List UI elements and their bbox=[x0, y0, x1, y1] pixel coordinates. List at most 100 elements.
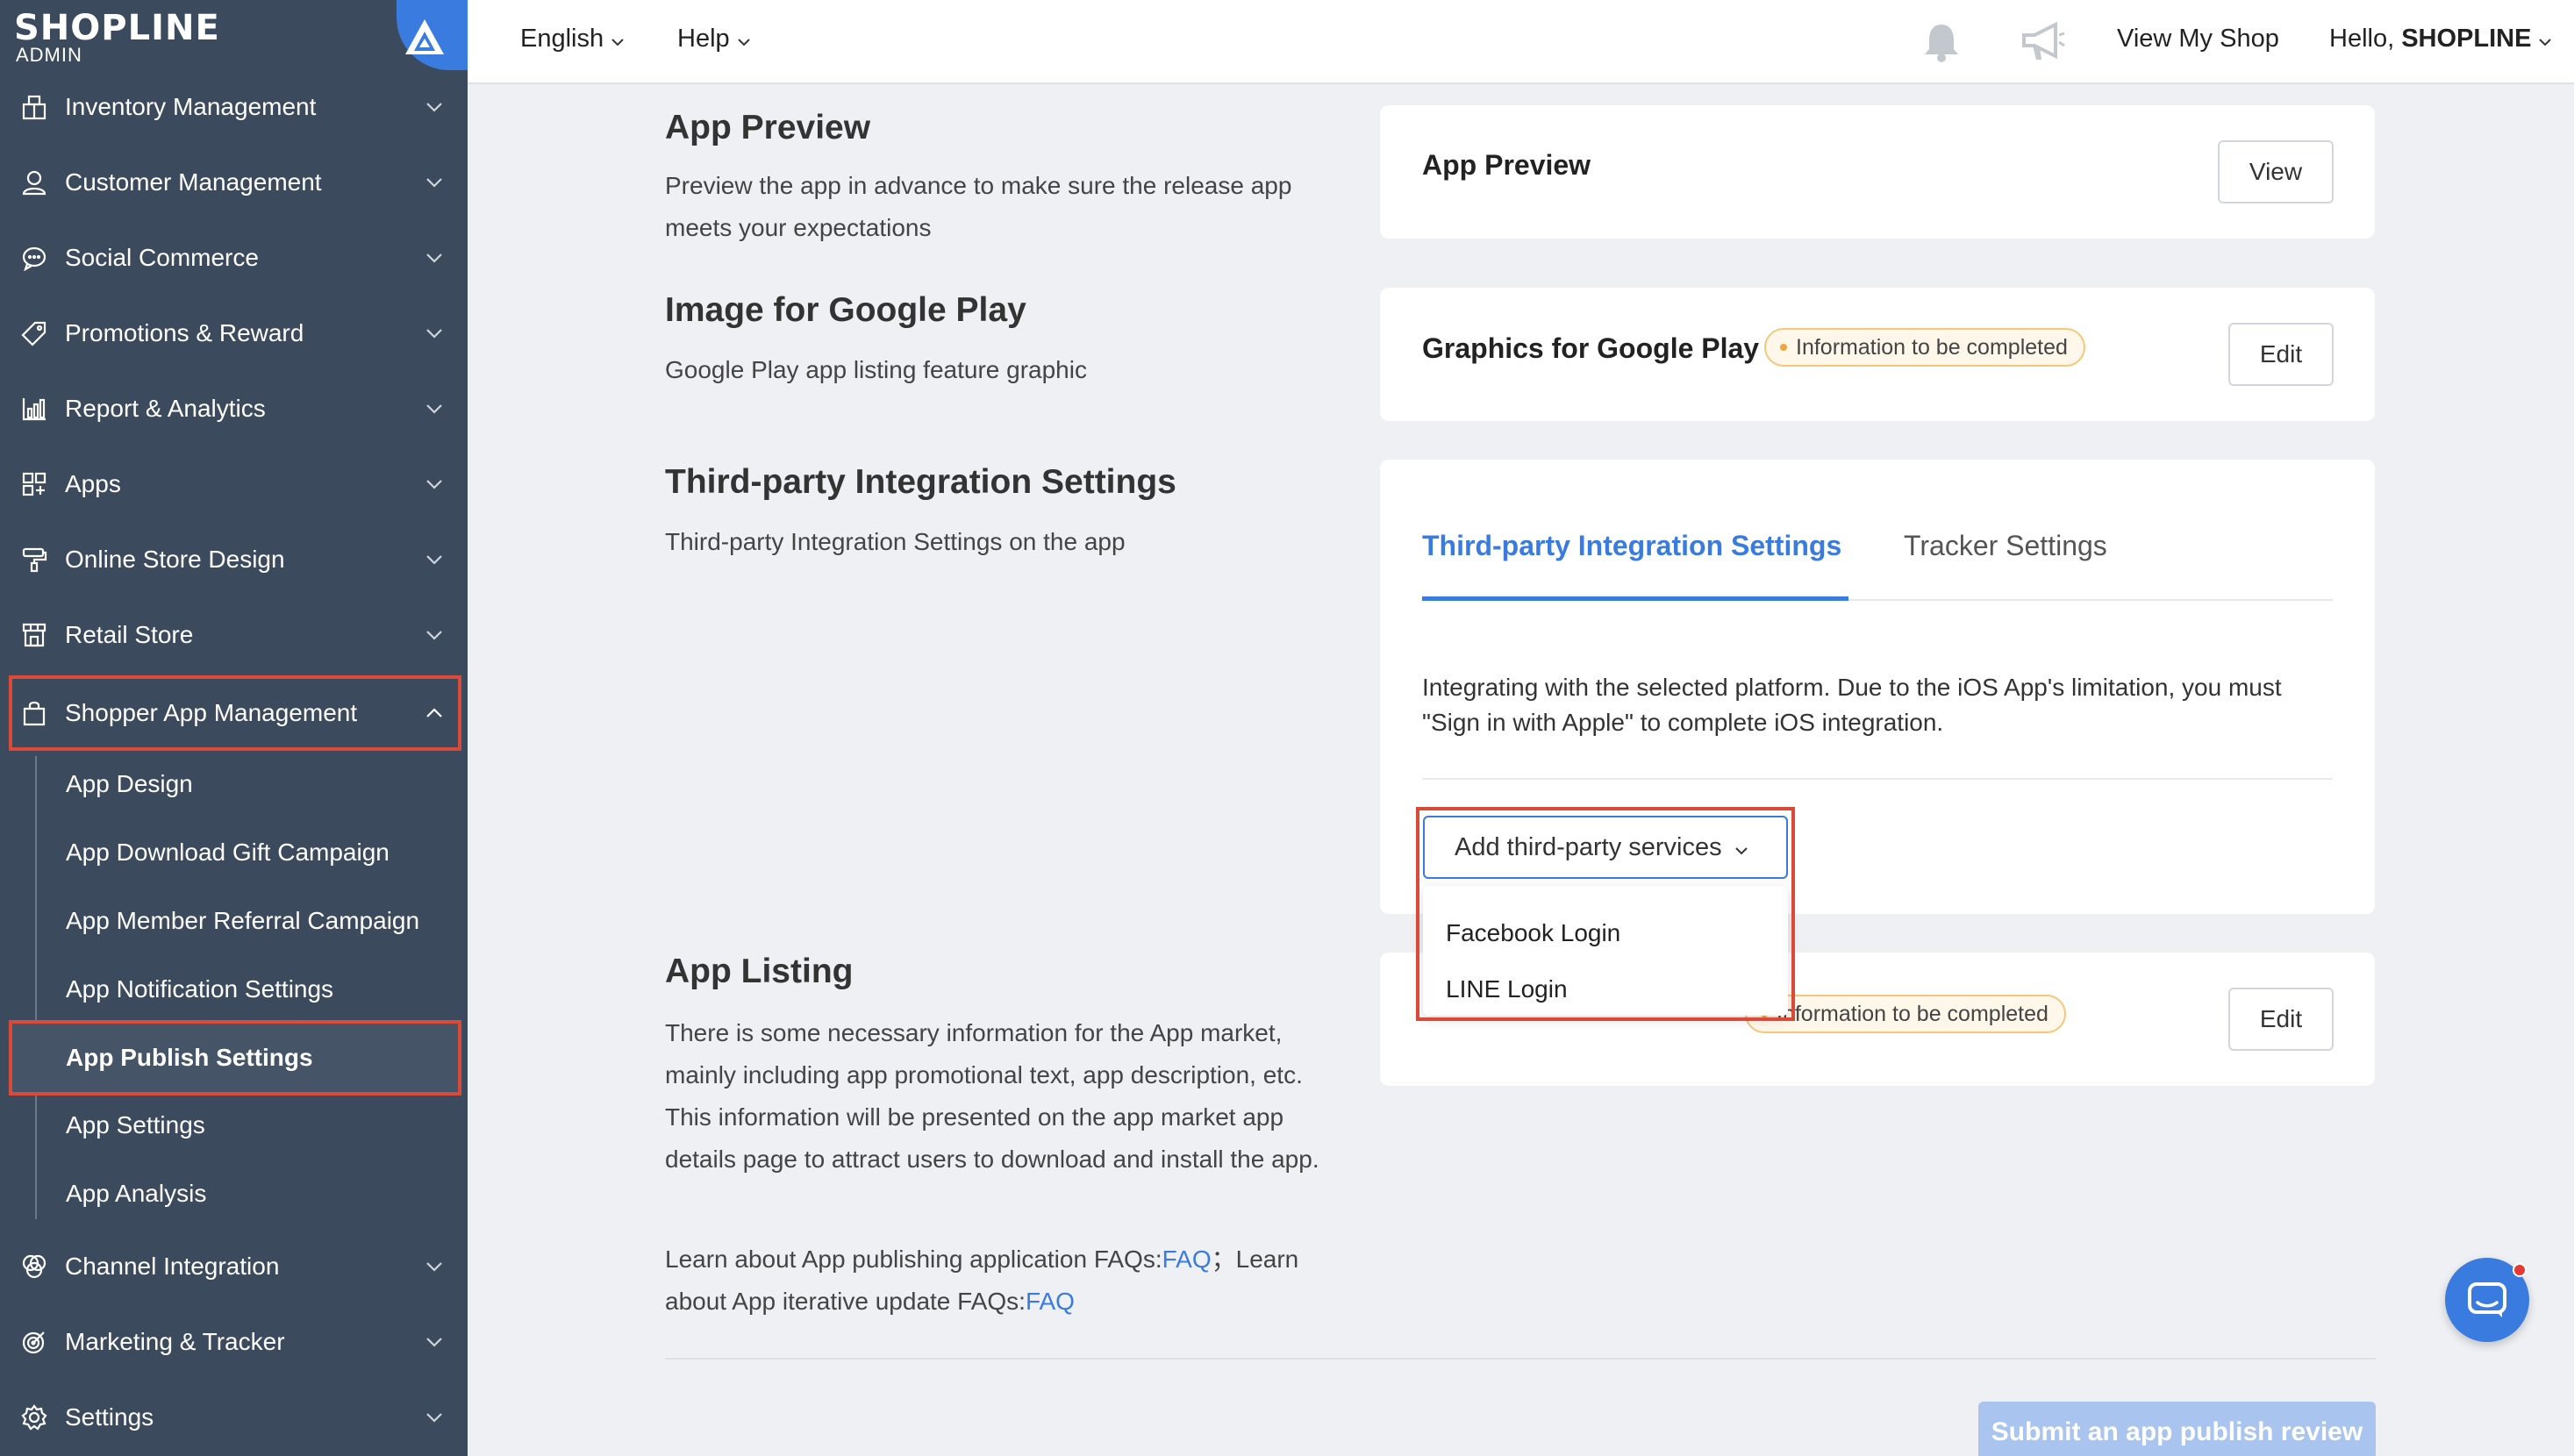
sidebar-item-label: Social Commerce bbox=[65, 244, 259, 271]
section-title-app-preview: App Preview bbox=[665, 109, 871, 146]
help-label: Help bbox=[677, 25, 730, 53]
chevron-down-icon bbox=[423, 624, 446, 646]
chevron-down-icon bbox=[423, 548, 446, 571]
badge-text: Information to be completed bbox=[1777, 1001, 2048, 1026]
chat-bubble-icon bbox=[18, 241, 51, 275]
chevron-down-icon bbox=[737, 25, 751, 54]
highlight-box bbox=[1416, 807, 1795, 1021]
sidebar-item-channel[interactable]: Channel Integration bbox=[9, 1230, 461, 1303]
edit-button[interactable]: Edit bbox=[2228, 988, 2334, 1051]
section-title-app-listing: App Listing bbox=[665, 953, 854, 990]
sidebar-subitem-app-design[interactable]: App Design bbox=[66, 750, 193, 818]
sidebar-subitem-notification[interactable]: App Notification Settings bbox=[66, 955, 333, 1024]
help-menu[interactable]: Help bbox=[677, 25, 751, 54]
tag-icon bbox=[18, 317, 51, 350]
chevron-down-icon bbox=[423, 473, 446, 496]
submit-publish-review-button[interactable]: Submit an app publish review bbox=[1978, 1402, 2376, 1456]
submenu-line bbox=[35, 756, 37, 1219]
greeting-prefix: Hello, bbox=[2329, 25, 2402, 53]
sidebar-item-shopper-app[interactable]: Shopper App Management bbox=[9, 675, 461, 751]
chevron-down-icon bbox=[423, 246, 446, 269]
faq-link-update[interactable]: FAQ bbox=[1026, 1288, 1075, 1315]
sidebar-item-label: Apps bbox=[65, 470, 121, 497]
bell-icon[interactable] bbox=[1922, 21, 1961, 68]
tab-tracker-settings[interactable]: Tracker Settings bbox=[1904, 530, 2107, 562]
chevron-down-icon bbox=[423, 1255, 446, 1278]
sidebar-item-promotions[interactable]: Promotions & Reward bbox=[9, 296, 461, 370]
active-tab-underline bbox=[1422, 596, 1848, 601]
chevron-down-icon bbox=[423, 397, 446, 420]
sidebar-item-settings[interactable]: Settings bbox=[9, 1381, 461, 1454]
sidebar-subitem-download-gift[interactable]: App Download Gift Campaign bbox=[66, 818, 390, 887]
bottom-divider bbox=[665, 1358, 2376, 1360]
logo[interactable]: SHOPLINE ADMIN bbox=[0, 0, 468, 70]
faq-text-1: Learn about App publishing application F… bbox=[665, 1245, 1162, 1273]
chevron-down-icon bbox=[423, 171, 446, 194]
card-google-play: Graphics for Google Play Information to … bbox=[1380, 288, 2375, 421]
sidebar-item-apps[interactable]: Apps bbox=[9, 447, 461, 521]
section-title-google-play: Image for Google Play bbox=[665, 291, 1026, 329]
language-selector[interactable]: English bbox=[520, 25, 625, 54]
sidebar-item-retail-store[interactable]: Retail Store bbox=[9, 598, 461, 672]
status-badge: Information to be completed bbox=[1764, 328, 2085, 367]
view-button[interactable]: View bbox=[2218, 140, 2334, 203]
chevron-up-icon bbox=[423, 702, 446, 724]
chevron-down-icon bbox=[423, 1331, 446, 1353]
sidebar-item-label: Channel Integration bbox=[65, 1253, 280, 1280]
inventory-icon bbox=[18, 90, 51, 124]
gear-icon bbox=[18, 1401, 51, 1434]
bar-chart-icon bbox=[18, 392, 51, 425]
brand-sub: ADMIN bbox=[16, 44, 82, 66]
sidebar: SHOPLINE ADMIN Inventory Management Cust… bbox=[0, 0, 468, 1456]
sidebar-item-inventory[interactable]: Inventory Management bbox=[9, 70, 461, 144]
section-title-third-party: Third-party Integration Settings bbox=[665, 463, 1176, 501]
edit-button[interactable]: Edit bbox=[2228, 323, 2334, 386]
sidebar-item-online-store[interactable]: Online Store Design bbox=[9, 523, 461, 596]
notification-dot bbox=[2513, 1263, 2527, 1277]
faq-link-publishing[interactable]: FAQ bbox=[1162, 1245, 1212, 1273]
top-bar: English Help View My Shop Hello, SHOPLIN… bbox=[468, 0, 2574, 84]
megaphone-icon[interactable] bbox=[2020, 21, 2066, 68]
status-dot bbox=[1780, 344, 1787, 351]
card-title: App Preview bbox=[1422, 149, 1591, 181]
section-desc-app-listing: There is some necessary information for … bbox=[665, 1019, 1319, 1173]
sidebar-item-social[interactable]: Social Commerce bbox=[9, 221, 461, 295]
sidebar-item-label: Settings bbox=[65, 1403, 154, 1431]
user-menu[interactable]: Hello, SHOPLINE bbox=[2329, 25, 2552, 54]
sidebar-item-label: Customer Management bbox=[65, 168, 322, 196]
target-icon bbox=[18, 1325, 51, 1359]
sidebar-item-customer[interactable]: Customer Management bbox=[9, 146, 461, 219]
sidebar-item-marketing[interactable]: Marketing & Tracker bbox=[9, 1305, 461, 1379]
brand-name: SHOPLINE bbox=[14, 8, 220, 48]
language-label: English bbox=[520, 25, 604, 53]
sidebar-subitem-app-settings[interactable]: App Settings bbox=[66, 1091, 205, 1160]
view-my-shop-link[interactable]: View My Shop bbox=[2117, 25, 2279, 54]
sidebar-item-label: Inventory Management bbox=[65, 93, 317, 120]
faq-text: Learn about App publishing application F… bbox=[665, 1238, 1341, 1323]
sidebar-item-label: Shopper App Management bbox=[65, 699, 358, 726]
sidebar-item-report[interactable]: Report & Analytics bbox=[9, 372, 461, 446]
store-icon bbox=[18, 618, 51, 652]
card-title: Graphics for Google Play bbox=[1422, 332, 1760, 364]
sidebar-subitem-publish-settings[interactable]: App Publish Settings bbox=[9, 1020, 461, 1096]
sidebar-subitem-member-referral[interactable]: App Member Referral Campaign bbox=[66, 887, 419, 955]
tab-third-party-integration[interactable]: Third-party Integration Settings bbox=[1422, 530, 1841, 562]
sidebar-item-label: Online Store Design bbox=[65, 546, 285, 573]
integration-info-text: Integrating with the selected platform. … bbox=[1422, 674, 2282, 736]
sidebar-item-label: Marketing & Tracker bbox=[65, 1328, 285, 1355]
section-desc-third-party: Third-party Integration Settings on the … bbox=[665, 528, 1126, 555]
shopping-bag-icon bbox=[18, 696, 51, 730]
chevron-down-icon bbox=[611, 25, 625, 54]
brand-badge bbox=[397, 0, 468, 70]
mountain-icon bbox=[405, 19, 444, 54]
apps-grid-icon bbox=[18, 467, 51, 501]
badge-text: Information to be completed bbox=[1796, 334, 2068, 360]
card-app-preview: App Preview View bbox=[1380, 105, 2375, 239]
channels-icon bbox=[18, 1250, 51, 1283]
sidebar-subitem-app-analysis[interactable]: App Analysis bbox=[66, 1160, 206, 1228]
paint-roller-icon bbox=[18, 543, 51, 576]
chevron-down-icon bbox=[423, 322, 446, 345]
user-name: SHOPLINE bbox=[2401, 25, 2532, 53]
sidebar-item-label: Report & Analytics bbox=[65, 395, 266, 422]
section-desc-app-preview: Preview the app in advance to make sure … bbox=[665, 172, 1292, 241]
